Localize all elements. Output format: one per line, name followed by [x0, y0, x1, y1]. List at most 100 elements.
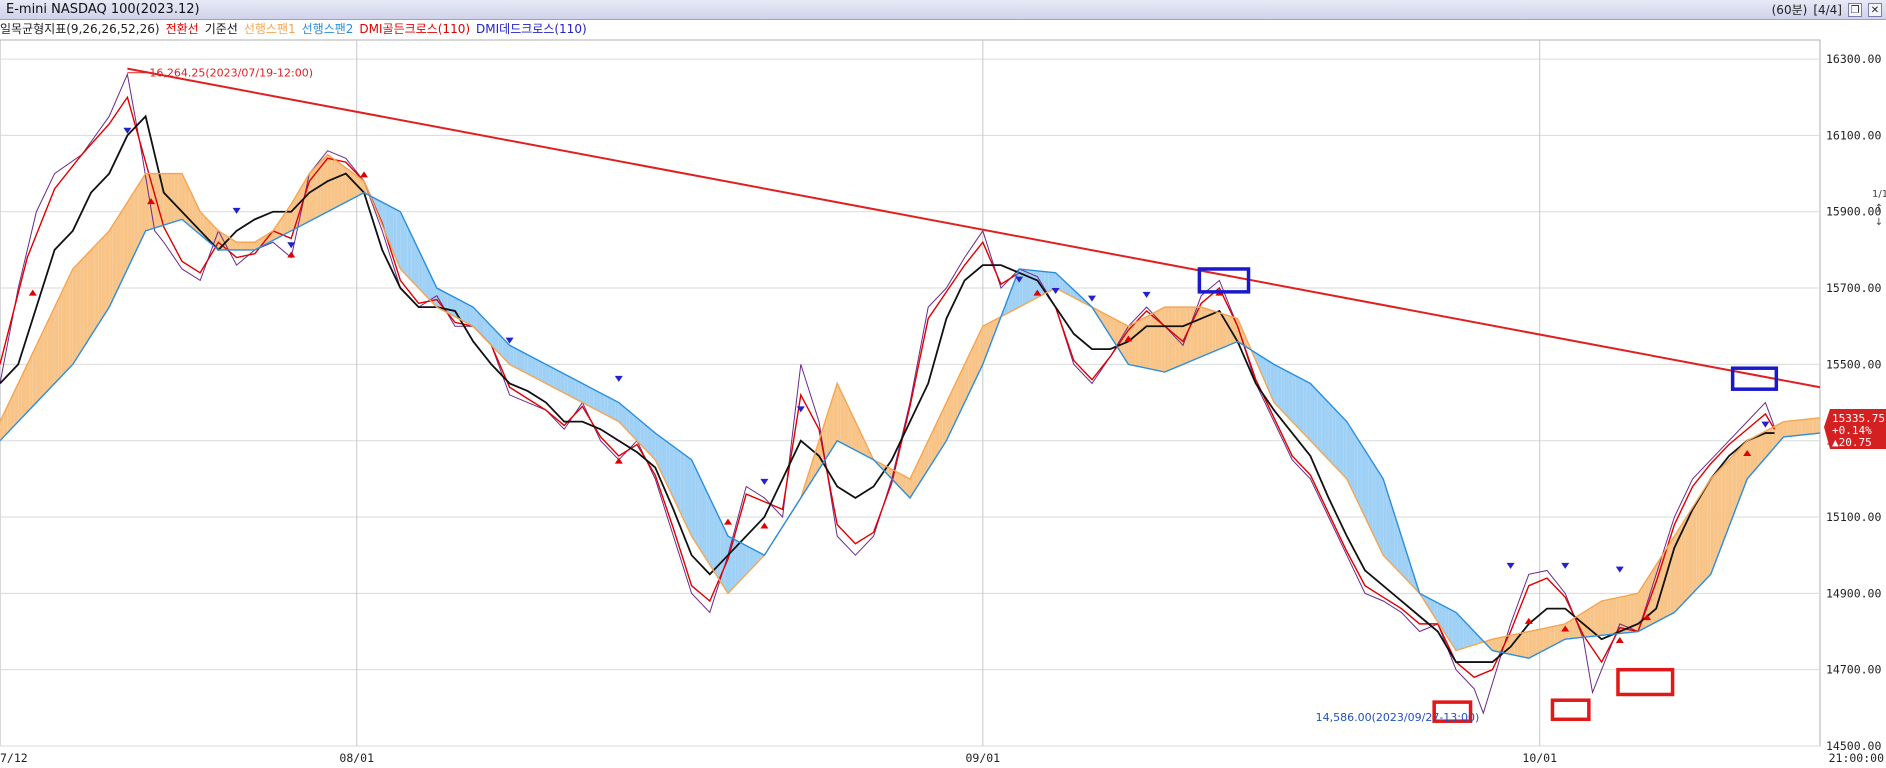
kumo-segment-17: [61, 284, 66, 376]
kumo-segment-370: [1346, 421, 1351, 487]
kumo-segment-184: [669, 443, 674, 498]
y-tick-label-6: 15100.00: [1826, 510, 1881, 524]
kumo-segment-26: [94, 242, 99, 331]
kumo-segment-358: [1303, 379, 1307, 437]
kumo-segment-169: [615, 400, 619, 422]
kumo-segment-480: [1747, 438, 1751, 479]
kumo-segment-379: [1379, 473, 1384, 556]
x-tick-label-2: 09/01: [965, 751, 1000, 765]
kumo-segment-374: [1361, 444, 1365, 518]
kumo-segment-19: [69, 268, 73, 369]
kumo-segment-446: [1623, 595, 1628, 634]
kumo-segment-142: [516, 349, 521, 371]
kumo-segment-148: [538, 360, 543, 382]
kumo-segment-49: [178, 173, 182, 221]
y-tick-label-7: 14900.00: [1826, 586, 1881, 600]
kumo-segment-438: [1594, 603, 1598, 637]
x-tick-label-4: 21:00:00: [1829, 751, 1884, 765]
kumo-segment-69: [251, 242, 255, 250]
kumo-segment-110: [400, 211, 405, 273]
kumo-segment-190: [691, 459, 696, 542]
kumo-segment-360: [1310, 383, 1315, 445]
kumo-segment-464: [1688, 507, 1693, 598]
kumo-segment-96: [349, 170, 354, 201]
kumo-segment-150: [546, 364, 550, 386]
kumo-segment-282: [1026, 269, 1031, 304]
kumo-segment-322: [1172, 307, 1176, 369]
kumo-segment-93: [338, 162, 343, 207]
kumo-segment-471: [1714, 471, 1719, 565]
kumo-segment-20: [72, 265, 77, 365]
kumo-segment-499: [1816, 417, 1820, 434]
kumo-segment-366: [1332, 406, 1336, 468]
kumo-segment-153: [556, 370, 561, 392]
kumo-segment-377: [1372, 461, 1376, 540]
price-chart[interactable]: 16300.00 16100.00 15900.00 15700.00 15500.00…: [0, 0, 1886, 768]
kumo-segment-467: [1699, 490, 1704, 586]
kumo-segment-157: [571, 377, 576, 399]
kumo-segment-8: [29, 352, 33, 411]
kumo-segment-490: [1783, 421, 1788, 437]
kumo-segment-376: [1368, 455, 1373, 533]
kumo-segment-483: [1758, 433, 1762, 467]
kumo-segment-111: [404, 219, 408, 277]
kumo-segment-67: [243, 242, 248, 250]
y-tick-label-0: 16300.00: [1826, 52, 1881, 66]
kumo-segment-324: [1179, 307, 1183, 366]
kumo-segment-316: [1150, 312, 1154, 370]
kumo-segment-497: [1809, 418, 1813, 435]
kumo-segment-166: [604, 394, 608, 416]
y-tick-label-4: 15500.00: [1826, 357, 1881, 371]
kumo-segment-156: [567, 375, 572, 397]
kumo-segment-143: [520, 351, 525, 373]
y-tick-label-3: 15700.00: [1826, 281, 1881, 295]
kumo-segment-197: [717, 513, 721, 582]
kumo-segment-372: [1354, 433, 1358, 502]
kumo-segment-411: [1496, 637, 1500, 653]
kumo-segment-14: [50, 307, 55, 388]
kumo-segment-440: [1601, 600, 1606, 636]
kumo-segment-493: [1794, 420, 1799, 436]
kumo-segment-158: [575, 379, 579, 401]
kumo-segment-334: [1215, 311, 1220, 351]
kumo-segment-38: [138, 179, 142, 247]
kumo-segment-12: [43, 322, 48, 395]
kumo-segment-354: [1288, 372, 1293, 422]
kumo-segment-313: [1139, 318, 1143, 368]
kumo-segment-66: [240, 242, 244, 250]
kumo-segment-357: [1299, 377, 1304, 434]
kumo-segment-320: [1164, 307, 1169, 373]
kumo-segment-362: [1317, 391, 1322, 453]
kumo-segment-34: [123, 202, 128, 277]
kumo-segment-31: [112, 219, 117, 300]
kumo-segment-469: [1707, 478, 1711, 579]
kumo-segment-159: [578, 381, 583, 403]
kumo-segment-152: [553, 368, 557, 390]
kumo-segment-10: [36, 337, 41, 403]
kumo-segment-465: [1692, 501, 1697, 594]
kumo-segment-21: [76, 261, 81, 359]
x-tick-label-1: 08/01: [339, 751, 374, 765]
kumo-segment-431: [1568, 619, 1573, 639]
kumo-segment-351: [1277, 366, 1282, 411]
kumo-segment-91: [331, 157, 335, 210]
kumo-segment-475: [1729, 455, 1733, 527]
kumo-segment-204: [742, 543, 747, 579]
kumo-segment-359: [1306, 381, 1311, 441]
kumo-segment-335: [1219, 312, 1224, 350]
kumo-segment-167: [607, 396, 612, 418]
kumo-segment-154: [560, 372, 565, 393]
kumo-segment-39: [141, 173, 146, 239]
kumo-segment-160: [582, 383, 587, 405]
kumo-segment-368: [1339, 413, 1344, 476]
kumo-segment-186: [677, 449, 681, 514]
kumo-segment-329: [1197, 307, 1202, 359]
kumo-segment-32: [116, 213, 121, 292]
kumo-segment-90: [327, 154, 332, 212]
kumo-segment-495: [1801, 419, 1806, 435]
kumo-segment-230: [837, 383, 841, 443]
kumo-segment-427: [1554, 625, 1558, 645]
kumo-segment-318: [1157, 309, 1162, 372]
kumo-segment-319: [1161, 307, 1165, 373]
kumo-segment-491: [1787, 420, 1791, 437]
